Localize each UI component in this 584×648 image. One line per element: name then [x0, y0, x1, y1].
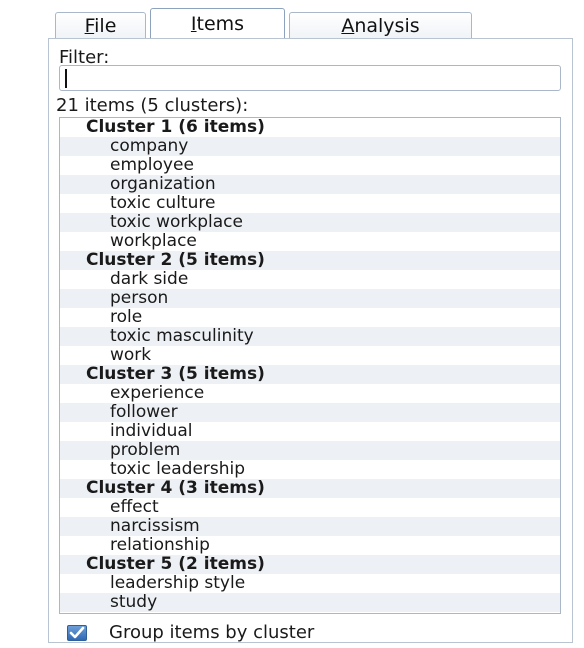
items-count-label: 21 items (5 clusters):: [56, 95, 249, 116]
list-item[interactable]: problem: [60, 441, 560, 460]
list-item[interactable]: employee: [60, 156, 560, 175]
cluster-header[interactable]: Cluster 4 (3 items): [60, 479, 560, 498]
cluster-header[interactable]: Cluster 2 (5 items): [60, 251, 560, 270]
list-item[interactable]: toxic leadership: [60, 460, 560, 479]
cluster-item-list[interactable]: Cluster 1 (6 items) company employee organi…: [59, 117, 561, 614]
list-item[interactable]: role: [60, 308, 560, 327]
cluster-header[interactable]: Cluster 5 (2 items): [60, 555, 560, 574]
list-item[interactable]: experience: [60, 384, 560, 403]
group-by-cluster-checkbox[interactable]: [67, 625, 87, 641]
filter-input[interactable]: [59, 65, 561, 91]
list-item[interactable]: relationship: [60, 536, 560, 555]
tab-file-label-rest: ile: [94, 15, 117, 37]
list-item[interactable]: organization: [60, 175, 560, 194]
list-item[interactable]: toxic masculinity: [60, 327, 560, 346]
tab-file[interactable]: File: [55, 12, 146, 38]
list-item[interactable]: toxic workplace: [60, 213, 560, 232]
list-item[interactable]: leadership style: [60, 574, 560, 593]
list-item[interactable]: workplace: [60, 232, 560, 251]
tab-analysis-label-rest: nalysis: [354, 15, 420, 37]
items-window: File Items Analysis Filter: 21 items (5 …: [0, 0, 584, 648]
list-item[interactable]: toxic culture: [60, 194, 560, 213]
items-panel: Filter: 21 items (5 clusters): Cluster 1…: [48, 38, 573, 643]
text-caret: [65, 69, 67, 88]
cluster-header[interactable]: Cluster 1 (6 items): [60, 118, 560, 137]
group-by-cluster-option[interactable]: Group items by cluster: [67, 622, 314, 644]
list-item[interactable]: follower: [60, 403, 560, 422]
tab-strip: File Items Analysis: [55, 8, 472, 38]
list-item[interactable]: work: [60, 346, 560, 365]
list-item[interactable]: dark side: [60, 270, 560, 289]
list-item[interactable]: narcissism: [60, 517, 560, 536]
list-item[interactable]: study: [60, 593, 560, 612]
cluster-header[interactable]: Cluster 3 (5 items): [60, 365, 560, 384]
tab-items-label-rest: tems: [196, 13, 245, 35]
list-item[interactable]: individual: [60, 422, 560, 441]
list-item[interactable]: effect: [60, 498, 560, 517]
list-item[interactable]: company: [60, 137, 560, 156]
tab-items[interactable]: Items: [150, 8, 285, 38]
tab-analysis-mnemonic: A: [341, 15, 355, 37]
list-item[interactable]: person: [60, 289, 560, 308]
tab-analysis[interactable]: Analysis: [289, 12, 472, 38]
group-by-cluster-label: Group items by cluster: [109, 622, 315, 643]
checkmark-icon: [69, 626, 85, 639]
tab-file-mnemonic: F: [84, 15, 95, 37]
